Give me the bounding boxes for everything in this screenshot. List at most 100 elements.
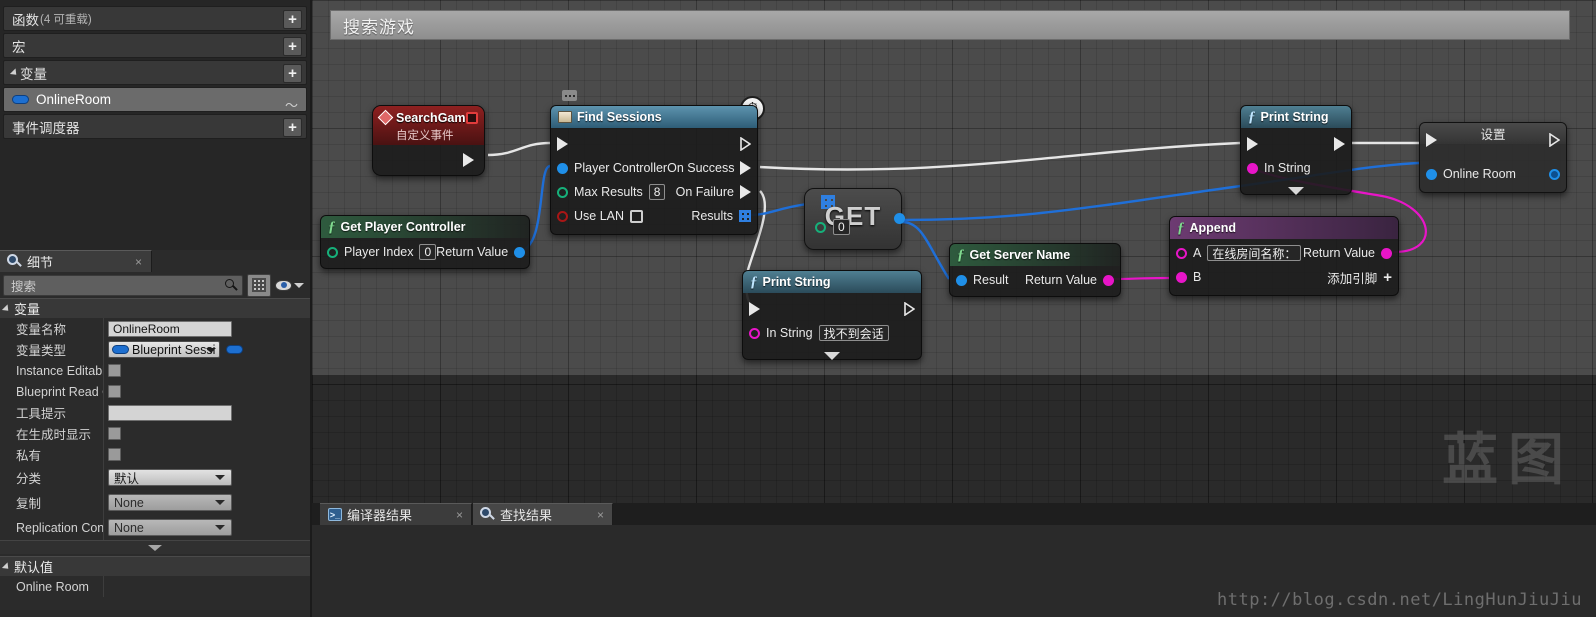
grid-view-button[interactable] xyxy=(247,273,271,297)
tab-details[interactable]: 细节 × xyxy=(0,250,152,272)
pin-return-value-out[interactable]: Return Value xyxy=(436,245,531,259)
details-search-input[interactable]: 搜索 xyxy=(3,274,243,296)
pin-on-failure-out[interactable]: On Failure xyxy=(676,185,757,199)
node-append[interactable]: ƒ Append A 在线房间名称： Return Value B 添加引脚 + xyxy=(1169,216,1399,296)
pin-player-index-in[interactable]: Player Index 0 xyxy=(321,244,437,260)
add-macro-button[interactable]: + xyxy=(283,37,302,56)
variable-type-secondary-pill-icon[interactable] xyxy=(226,345,243,354)
node-print-string-failure[interactable]: ƒ Print String In String 找不到会话 xyxy=(742,270,922,360)
add-function-button[interactable]: + xyxy=(283,10,302,29)
details-section-variable[interactable]: 变量 xyxy=(0,298,310,318)
blueprint-readonly-checkbox[interactable] xyxy=(108,385,121,398)
node-search-game-event[interactable]: SearchGame 自定义事件 xyxy=(372,105,485,176)
pin-return-value-out[interactable]: Return Value xyxy=(1303,246,1398,260)
exec-then-out-pin[interactable] xyxy=(904,302,921,316)
node-get-player-controller[interactable]: ƒ Get Player Controller Player Index 0 R… xyxy=(320,215,530,269)
my-blueprint-section-variables[interactable]: 变量 + xyxy=(3,60,307,85)
my-blueprint-functions-note: (4 可重载) xyxy=(40,13,92,26)
expose-on-spawn-checkbox[interactable] xyxy=(108,427,121,440)
object-out-pin-icon[interactable] xyxy=(894,213,905,224)
max-results-value-field[interactable]: 8 xyxy=(648,184,666,200)
object-pin-icon xyxy=(1426,168,1437,180)
pin-return-value-out[interactable]: Return Value xyxy=(1025,273,1120,287)
my-blueprint-variable-onlineroom[interactable]: OnlineRoom ～ xyxy=(3,87,307,114)
node-comment-bubble-icon[interactable] xyxy=(562,90,577,101)
blueprint-graph-canvas[interactable]: 搜索游戏 蓝图 ⏱ xyxy=(312,0,1596,503)
pin-row-in-string: In String xyxy=(1241,156,1351,180)
details-section-defaults[interactable]: 默认值 xyxy=(0,556,310,576)
my-blueprint-section-variables-label: 变量 xyxy=(20,66,47,82)
exec-then-out-pin[interactable] xyxy=(740,137,757,151)
pin-online-room-in[interactable]: Online Room xyxy=(1420,167,1516,181)
bottom-tab-bar: >_ 编译器结果 × 查找结果 × xyxy=(312,503,1596,525)
get-index-value-field[interactable]: 0 xyxy=(833,219,850,235)
tab-find-results-close-icon[interactable]: × xyxy=(597,508,604,522)
my-blueprint-section-event-dispatchers-label: 事件调度器 xyxy=(12,120,80,136)
index-pin-icon[interactable] xyxy=(815,222,826,233)
pin-online-room-out[interactable] xyxy=(1549,168,1566,180)
add-variable-button[interactable]: + xyxy=(283,64,302,83)
string-pin-icon xyxy=(1176,247,1187,259)
player-index-value-field[interactable]: 0 xyxy=(419,244,437,260)
add-pin-button[interactable]: 添加引脚 + xyxy=(1327,268,1398,287)
node-print-string-success[interactable]: ƒ Print String In String xyxy=(1240,105,1352,195)
pin-in-string[interactable]: In String 找不到会话 xyxy=(743,325,889,341)
pin-label: In String xyxy=(1264,161,1311,175)
property-value xyxy=(104,448,310,461)
pin-results-out[interactable]: Results xyxy=(691,209,757,223)
node-get-array-element[interactable]: GET 0 xyxy=(804,188,905,250)
replication-condition-dropdown[interactable]: None xyxy=(108,519,232,536)
my-blueprint-section-event-dispatchers[interactable]: 事件调度器 + xyxy=(3,114,307,139)
tab-compiler-results-close-icon[interactable]: × xyxy=(456,508,463,522)
pin-player-controller-in[interactable]: Player Controller xyxy=(551,161,667,175)
exec-in-pin[interactable] xyxy=(1420,132,1437,147)
collapse-section-button[interactable] xyxy=(0,540,310,554)
search-icon xyxy=(225,278,238,292)
exec-out-pin[interactable] xyxy=(463,153,474,167)
node-search-game-header: SearchGame 自定义事件 xyxy=(373,106,484,145)
use-lan-checkbox[interactable] xyxy=(630,209,644,223)
property-row-replication: 复制 None xyxy=(0,490,310,515)
variable-type-dropdown[interactable]: Blueprint Sessi xyxy=(108,341,220,358)
pin-row-max-results: Max Results 8 On Failure xyxy=(551,180,757,204)
tab-details-close-icon[interactable]: × xyxy=(135,255,142,269)
node-print-string-failure-title: Print String xyxy=(762,275,831,289)
event-stop-icon[interactable] xyxy=(466,112,478,124)
tab-find-results[interactable]: 查找结果 × xyxy=(473,503,613,525)
pin-in-string[interactable]: In String xyxy=(1241,161,1311,175)
pin-on-success-out[interactable]: On Success xyxy=(667,161,757,175)
exec-in-pin[interactable] xyxy=(551,137,568,151)
my-blueprint-section-functions[interactable]: 函数 (4 可重载) + xyxy=(3,6,307,31)
exec-then-out-pin[interactable] xyxy=(1549,132,1566,147)
pin-a-in[interactable]: A 在线房间名称： xyxy=(1170,245,1302,261)
exec-then-out-pin[interactable] xyxy=(1334,137,1351,151)
category-dropdown[interactable]: 默认 xyxy=(108,469,232,486)
replication-dropdown[interactable]: None xyxy=(108,494,232,511)
my-blueprint-section-macros[interactable]: 宏 + xyxy=(3,33,307,58)
property-label: 私有 xyxy=(0,444,104,465)
pin-result-in[interactable]: Result xyxy=(950,273,1008,287)
add-event-dispatcher-button[interactable]: + xyxy=(283,118,302,137)
tooltip-field[interactable] xyxy=(108,404,232,421)
in-string-value-field[interactable]: 找不到会话 xyxy=(818,325,889,341)
node-get-server-name[interactable]: ƒ Get Server Name Result Return Value xyxy=(949,243,1121,297)
exec-in-pin[interactable] xyxy=(1241,137,1258,151)
pin-b-in[interactable]: B xyxy=(1170,270,1201,284)
expand-node-caret-icon[interactable] xyxy=(824,352,840,360)
private-checkbox[interactable] xyxy=(108,448,121,461)
chevron-down-icon[interactable] xyxy=(294,282,304,288)
node-find-sessions[interactable]: Find Sessions Player Controller On Succe… xyxy=(550,105,758,235)
pin-max-results-in[interactable]: Max Results 8 xyxy=(551,184,666,200)
append-a-value-field[interactable]: 在线房间名称： xyxy=(1207,245,1302,261)
pin-use-lan-in[interactable]: Use LAN xyxy=(551,209,644,223)
visibility-options[interactable] xyxy=(275,279,307,291)
visibility-toggle-icon[interactable]: ～ xyxy=(285,95,298,114)
exec-in-pin[interactable] xyxy=(743,302,760,316)
node-set-online-room[interactable]: 设置 Online Room xyxy=(1419,122,1567,193)
variable-name-field[interactable]: OnlineRoom xyxy=(108,320,232,337)
instance-editable-checkbox[interactable] xyxy=(108,364,121,377)
property-label: Online Room xyxy=(0,576,104,597)
int-pin-icon xyxy=(557,186,568,198)
tab-compiler-results[interactable]: >_ 编译器结果 × xyxy=(320,503,472,525)
expand-node-caret-icon[interactable] xyxy=(1288,187,1304,195)
